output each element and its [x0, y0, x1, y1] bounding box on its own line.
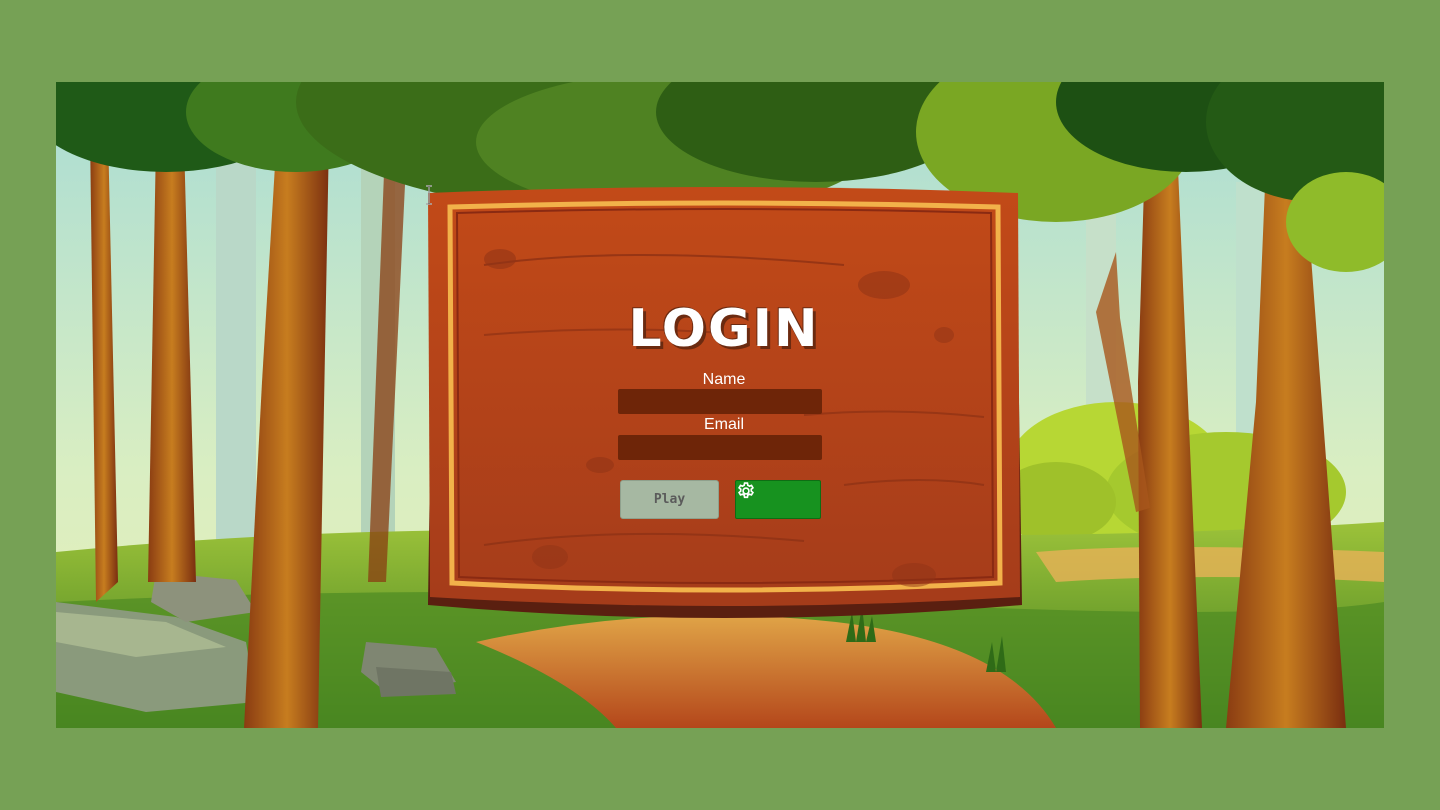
login-board: LOGIN Name Email Play — [424, 185, 1024, 625]
gear-icon — [738, 482, 754, 499]
login-title: LOGIN — [628, 299, 820, 359]
game-scene: LOGIN Name Email Play — [56, 82, 1384, 728]
name-label: Name — [702, 371, 746, 388]
settings-button[interactable] — [735, 480, 821, 519]
email-input[interactable] — [618, 435, 822, 460]
email-label: Email — [703, 416, 744, 433]
play-button[interactable]: Play — [620, 480, 719, 519]
name-input[interactable] — [618, 389, 822, 414]
text-cursor-icon — [426, 185, 432, 205]
